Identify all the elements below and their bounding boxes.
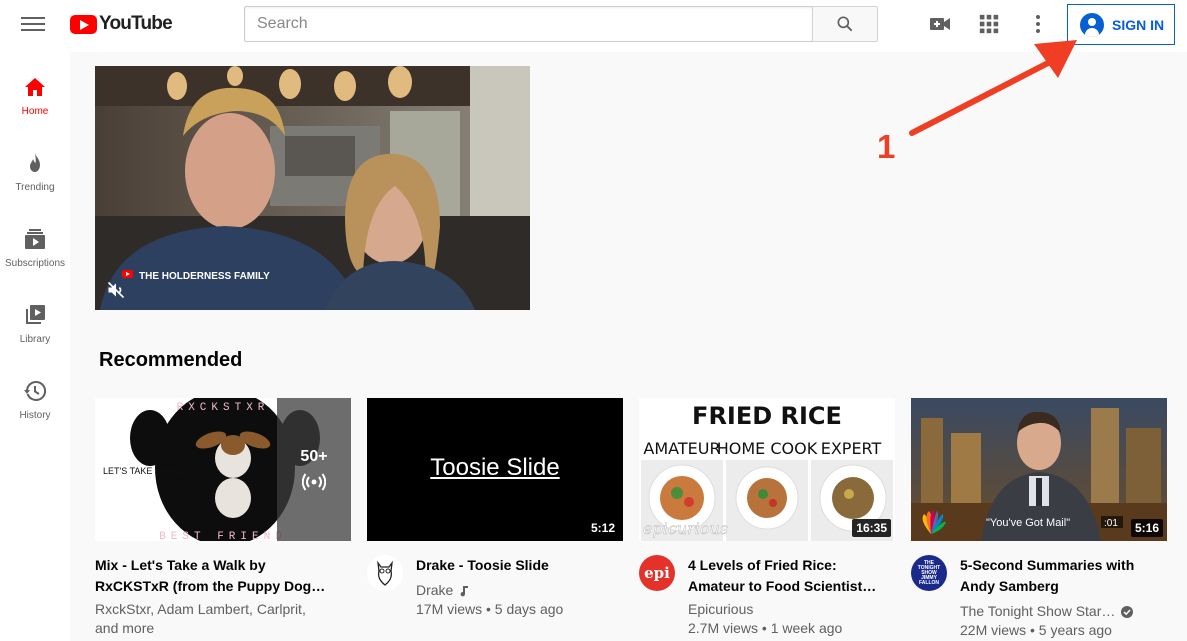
video-thumbnail[interactable]: FRIED RICE AMATEUR HOME COOK EXPERT epic… [639,398,895,541]
sidebar-item-history[interactable]: History [0,379,70,451]
featured-video-player[interactable]: THE HOLDERNESS FAMILY [95,66,530,310]
channel-avatar[interactable]: epi [639,555,675,591]
search-bar [244,6,878,42]
video-title-line: 5-Second Summaries with [960,557,1135,573]
music-note-icon [460,585,469,596]
channel-avatar[interactable] [367,555,403,591]
video-title-line: Andy Samberg [960,578,1059,594]
history-icon [24,380,47,401]
video-title-line: RxCKSTxR (from the Puppy Dog… [95,578,326,594]
sidebar-item-subscriptions[interactable]: Subscriptions [0,227,70,299]
video-thumbnail[interactable]: Toosie Slide 5:12 [367,398,623,541]
library-icon [26,305,45,324]
sidebar-item-label: Trending [15,182,55,193]
youtube-logo[interactable]: YouTube [70,13,173,35]
home-icon [25,78,45,96]
video-card: FRIED RICE AMATEUR HOME COOK EXPERT epic… [639,398,895,641]
search-button[interactable] [812,6,878,42]
mix-radio-icon [302,472,326,491]
thumb-brand: epicurious [643,519,728,538]
thumbnail-image: "You've Got Mail" :01 [911,398,1167,541]
thumb-left-text: LET'S TAKE a WALK [103,466,188,476]
search-icon [837,16,853,32]
channel-avatar-text: epi [644,564,670,582]
channel-name[interactable]: Drake [416,581,453,600]
search-input[interactable] [244,6,812,42]
channel-avatar[interactable]: THE TONIGHT SHOW JIMMY FALLON [911,555,947,591]
video-title[interactable]: Drake - Toosie Slide [416,555,549,576]
sidebar-item-home[interactable]: Home [0,75,70,147]
video-title-line: 4 Levels of Fried Rice: [688,557,837,573]
thumb-heading: FRIED RICE [692,402,842,430]
annotation-step-number: 1 [877,128,896,165]
section-heading: Recommended [99,349,243,371]
thumb-bottom-text: BEST FRIEND [159,531,287,541]
channel-avatar-text: THE TONIGHT SHOW JIMMY FALLON [917,559,941,586]
sidebar-item-trending[interactable]: Trending [0,151,70,223]
video-thumbnail[interactable]: RXCKSTXR BEST FRIEND LET'S TAKE a WALK 5… [95,398,351,541]
subscriptions-icon [25,229,45,249]
more-vertical-icon[interactable] [1026,12,1050,36]
menu-icon[interactable] [21,14,45,34]
video-title[interactable]: 5-Second Summaries with Andy Samberg [960,555,1134,597]
featured-video-frame: THE HOLDERNESS FAMILY [95,66,530,310]
channel-row: Drake [416,581,469,600]
video-card: RXCKSTXR BEST FRIEND LET'S TAKE a WALK 5… [95,398,351,641]
masthead: YouTube SIGN IN [0,0,1187,52]
channel-watermark: THE HOLDERNESS FAMILY [139,271,270,282]
video-title-line: Amateur to Food Scientist… [688,578,877,594]
sidebar-item-label: Library [19,334,51,345]
sidebar-item-label: History [19,410,51,421]
video-stats: 22M views • 5 years ago [960,622,1112,638]
video-duration: 5:12 [586,519,619,537]
channel-name[interactable]: Epicurious [688,600,753,619]
channel-row: The Tonight Show Star… [960,602,1134,621]
sidebar-item-label: Home [21,106,49,117]
account-circle-icon [1080,12,1104,37]
playlist-overlay: 50+ [277,398,351,541]
video-title-line: Mix - Let's Take a Walk by [95,557,266,573]
video-card: Toosie Slide 5:12 Drake - Toosie Slide D… [367,398,623,641]
youtube-play-icon [70,14,97,34]
thumb-level-expert: EXPERT [821,439,882,458]
thumb-level-home-cook: HOME COOK [717,439,818,458]
video-card: "You've Got Mail" :01 5:16 THE TONIGHT S… [911,398,1167,641]
sign-in-button[interactable]: SIGN IN [1067,4,1175,45]
meta-line: and more [95,620,155,636]
video-stats: 2.7M views • 1 week ago [688,620,843,636]
volume-off-icon[interactable] [106,280,126,300]
channel-name[interactable]: The Tonight Show Star… [960,602,1115,621]
sidebar-item-label: Subscriptions [4,258,66,269]
mini-guide: Home Trending Subscriptions Library Hist… [0,52,70,641]
thumb-timer: :01 [1104,518,1118,529]
logo-text: YouTube [99,13,173,34]
sign-in-label: SIGN IN [1112,16,1165,33]
flame-icon [30,153,40,172]
video-duration: 5:16 [1130,519,1163,537]
video-thumbnail[interactable]: "You've Got Mail" :01 5:16 [911,398,1167,541]
verified-check-icon [1121,605,1134,618]
owl-logo-icon [367,555,403,591]
video-duration: 16:35 [852,519,891,537]
video-stats: 17M views • 5 days ago [416,601,564,617]
video-title[interactable]: 4 Levels of Fried Rice: Amateur to Food … [688,555,876,597]
mix-artists: RxckStxr, Adam Lambert, Carlprit, and mo… [95,600,306,638]
thumb-title-text: Toosie Slide [430,454,560,481]
sidebar-item-library[interactable]: Library [0,303,70,375]
playlist-count: 50+ [300,447,328,465]
create-video-icon[interactable] [928,12,952,36]
thumb-caption: "You've Got Mail" [986,517,1070,529]
video-title[interactable]: Mix - Let's Take a Walk by RxCKSTxR (fro… [95,555,325,597]
thumb-top-text: RXCKSTXR [177,402,270,414]
apps-grid-icon[interactable] [977,12,1001,36]
thumb-level-amateur: AMATEUR [643,439,720,458]
meta-line: RxckStxr, Adam Lambert, Carlprit, [95,601,306,617]
